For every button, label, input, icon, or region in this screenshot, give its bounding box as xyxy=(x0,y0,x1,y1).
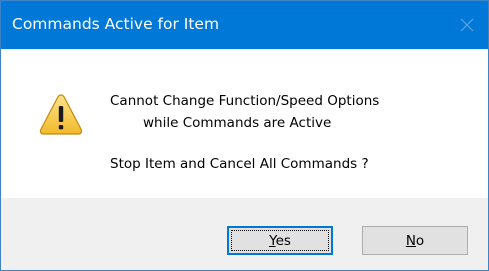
dialog-window: Commands Active for Item Cannot Change F… xyxy=(0,0,489,271)
title-bar[interactable]: Commands Active for Item xyxy=(1,1,488,49)
no-button-label: No xyxy=(405,232,425,249)
message-line-3: Stop Item and Cancel All Commands ? xyxy=(110,156,369,172)
dialog-content: Cannot Change Function/Speed Options whi… xyxy=(1,49,488,198)
warning-icon xyxy=(38,92,84,136)
message-line-1: Cannot Change Function/Speed Options xyxy=(110,93,380,109)
close-icon xyxy=(460,18,474,32)
no-button[interactable]: No xyxy=(362,226,468,255)
message-line-2: while Commands are Active xyxy=(143,115,332,131)
button-bar: Yes No xyxy=(1,198,488,270)
focus-ring xyxy=(231,230,329,251)
window-title: Commands Active for Item xyxy=(12,15,220,33)
yes-button[interactable]: Yes xyxy=(227,226,333,255)
close-button[interactable] xyxy=(452,10,482,40)
